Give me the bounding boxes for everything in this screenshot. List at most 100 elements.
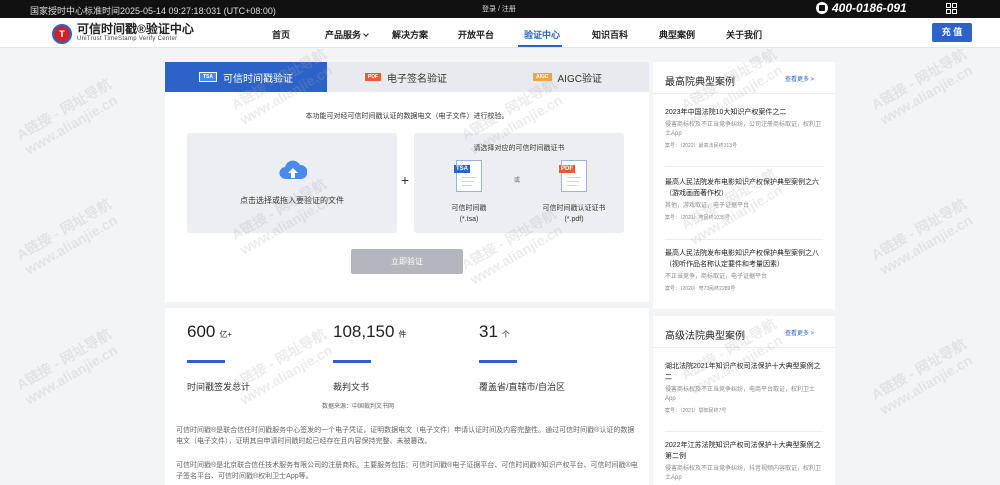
pdf-icon: PDF <box>365 73 381 81</box>
upload-label: 点击选择或拖入要验证的文件 <box>240 196 344 205</box>
active-nav-indicator <box>518 45 562 47</box>
tab-esign-verify[interactable]: PDF 电子签名验证 <box>327 62 487 92</box>
high-court-cases-panel: 高级法院典型案例 查看更多 > 湖北法院2021年知识产权司法保护十大典型案例之… <box>653 316 835 485</box>
main-navigation: T 可信时间戳®验证中心 UniTrust TimeStamp Verify C… <box>0 18 1000 48</box>
watermark: A链接 - 网址导航 www.alianjie.cn <box>13 195 120 278</box>
tsa-certificate-ext: (*.tsa) <box>459 216 479 223</box>
case-item[interactable]: 2023年中国法院10大知识产权案件之二 侵害商标权及不正当竞争纠纷，公司注册商… <box>665 107 825 149</box>
stat-bar <box>333 360 371 363</box>
case-title: 2023年中国法院10大知识产权案件之二 <box>665 109 787 116</box>
tab-timestamp-verify[interactable]: TSA 可信时间戳验证 <box>165 62 327 92</box>
site-logo[interactable]: T 可信时间戳®验证中心 UniTrust TimeStamp Verify C… <box>52 23 194 44</box>
stat-bar <box>187 360 225 363</box>
verify-tabs: TSA 可信时间戳验证 PDF 电子签名验证 AIGC AIGC验证 <box>165 62 649 92</box>
case-number: 案号：（2021）鄂知民终7号 <box>665 408 727 414</box>
view-more-link[interactable]: 查看更多 > <box>785 328 814 337</box>
case-desc: 侵害商标权及不正当竞争纠纷，电商平台取证，权利卫士App <box>665 387 816 402</box>
certificate-select-title: 请选择对应的可信时间戳证书 <box>473 145 565 152</box>
verify-now-button[interactable]: 立即验证 <box>351 249 463 274</box>
login-register-link[interactable]: 登录 / 注册 <box>482 4 516 14</box>
case-item[interactable]: 最高人民法院发布电影知识产权保护典型案例之六（游戏画面著作权） 其他，游戏取证，… <box>665 177 825 221</box>
hotline-number: 400-0186-091 <box>832 1 907 15</box>
case-item[interactable]: 湖北法院2021年知识产权司法保护十大典型案例之二 侵害商标权及不正当竞争纠纷，… <box>665 361 825 414</box>
tsa-icon: TSA <box>199 72 217 82</box>
nav-item-knowledge[interactable]: 知识百科 <box>592 28 628 41</box>
supreme-court-cases-panel: 最高院典型案例 查看更多 > 2023年中国法院10大知识产权案件之二 侵害商标… <box>653 62 835 309</box>
stat-value: 600 <box>187 322 216 341</box>
pdf-certificate-icon[interactable]: PDF <box>559 160 587 192</box>
nav-item-products[interactable]: 产品服务 <box>325 28 369 41</box>
watermark: A链接 - 网址导航 www.alianjie.cn <box>13 325 120 408</box>
case-desc: 侵害商标权及不正当竞争纠纷，公司注册商标取证，权利卫士App <box>665 122 822 137</box>
stat-value: 31 <box>479 322 498 341</box>
phone-icon <box>816 2 828 14</box>
data-source-note: 数据来源：中国裁判文书网 <box>321 404 394 410</box>
chevron-down-icon <box>363 31 369 37</box>
tab-label: 可信时间戳验证 <box>223 73 293 85</box>
case-desc: 其他，游戏取证，电子证据平台 <box>665 203 750 209</box>
stat-unit: 亿+ <box>219 330 233 339</box>
tab-label: AIGC验证 <box>557 73 602 85</box>
stat-label: 覆盖省/直辖市/自治区 <box>479 382 566 392</box>
case-item[interactable]: 最高人民法院发布电影知识产权保护典型案例之八（视听作品名称认定要件和考量因素） … <box>665 248 825 292</box>
stat-label: 裁判文书 <box>333 382 370 392</box>
pdf-certificate-ext: (*.pdf) <box>564 216 584 223</box>
case-number: 案号：（2020）粤73民终2289号 <box>665 286 736 292</box>
stat-label: 时间戳签发总计 <box>187 382 251 392</box>
plus-icon: + <box>400 172 410 188</box>
nav-item-home[interactable]: 首页 <box>272 28 290 41</box>
case-title: 2022年江苏法院知识产权司法保护十大典型案例之第二例 <box>665 442 821 460</box>
logo-name-cn: 可信时间戳®验证中心 <box>77 22 194 36</box>
nav-item-products-label: 产品服务 <box>325 30 362 40</box>
tsa-certificate-icon[interactable]: TSA <box>454 160 482 192</box>
tsa-certificate-label: 可信时间戳 (*.tsa) <box>429 203 509 225</box>
file-upload-dropzone[interactable]: 点击选择或拖入要验证的文件 <box>187 133 397 233</box>
case-title: 最高人民法院发布电影知识产权保护典型案例之八（视听作品名称认定要件和考量因素） <box>665 250 819 268</box>
pdf-certificate-name: 可信时间戳认证证书 <box>542 205 606 212</box>
hotline: 400-0186-091 <box>816 1 907 15</box>
tsa-tag: TSA <box>454 165 470 173</box>
watermark: A链接 - 网址导航 www.alianjie.cn <box>868 45 975 128</box>
stat-judgments: 108,150 件 裁判文书 <box>333 322 407 392</box>
intro-paragraph: 可信时间戳®是联合信任时间戳服务中心签发的一个电子凭证，证明数据电文（电子文件）… <box>176 427 635 445</box>
case-number: 案号：（2021）粤民终1035号 <box>665 215 730 221</box>
top-bar: 国家授时中心标准时间2025-05-14 09:27:18:031 (UTC+0… <box>0 0 1000 18</box>
nav-item-about[interactable]: 关于我们 <box>726 28 762 41</box>
verify-panel: TSA 可信时间戳验证 PDF 电子签名验证 AIGC AIGC验证 本功能可对… <box>165 62 649 302</box>
case-desc: 不正当竞争，商标取证，电子证据平台 <box>665 274 768 280</box>
view-more-link[interactable]: 查看更多 > <box>785 74 814 83</box>
stat-bar <box>479 360 517 363</box>
watermark: A链接 - 网址导航 www.alianjie.cn <box>868 335 975 418</box>
trademark-paragraph: 可信时间戳®是北京联合信任技术服务有限公司的注册商标。主要服务包括：可信时间戳®… <box>176 462 638 480</box>
cloud-upload-icon <box>279 160 307 180</box>
watermark: A链接 - 网址导航 www.alianjie.cn <box>13 75 120 158</box>
stat-unit: 个 <box>501 330 510 339</box>
nav-item-cases[interactable]: 典型案例 <box>659 28 695 41</box>
or-label: 或 <box>514 178 521 184</box>
panel-title: 最高院典型案例 <box>665 77 735 88</box>
statistics-panel: 600 亿+ 时间戳签发总计 108,150 件 裁判文书 31 个 覆盖省/直辖市/… <box>165 308 649 485</box>
pdf-tag: PDF <box>559 165 575 173</box>
aigc-icon: AIGC <box>533 73 552 81</box>
tab-label: 电子签名验证 <box>387 73 447 85</box>
stat-timestamps: 600 亿+ 时间戳签发总计 <box>187 322 250 392</box>
nav-item-verify-center[interactable]: 验证中心 <box>524 28 560 41</box>
standard-time-label: 国家授时中心标准时间2025-05-14 09:27:18:031 (UTC+0… <box>30 6 276 16</box>
tab-aigc-verify[interactable]: AIGC AIGC验证 <box>487 62 649 92</box>
recharge-button[interactable]: 充 值 <box>932 23 972 42</box>
nav-item-open-platform[interactable]: 开放平台 <box>458 28 494 41</box>
watermark: A链接 - 网址导航 www.alianjie.cn <box>868 195 975 278</box>
case-item[interactable]: 2022年江苏法院知识产权司法保护十大典型案例之第二例 侵害商标权及不正当竞争纠… <box>665 440 825 483</box>
stat-provinces: 31 个 覆盖省/直辖市/自治区 <box>479 322 565 392</box>
case-desc: 侵害商标权及不正当竞争纠纷，抖音视频内容取证，权利卫士App <box>665 466 822 481</box>
stat-value: 108,150 <box>333 322 395 341</box>
stat-unit: 件 <box>398 330 407 339</box>
case-title: 湖北法院2021年知识产权司法保护十大典型案例之二 <box>665 363 821 381</box>
tsa-certificate-name: 可信时间戳 <box>451 205 487 212</box>
case-title: 最高人民法院发布电影知识产权保护典型案例之六（游戏画面著作权） <box>665 179 819 197</box>
nav-item-solutions[interactable]: 解决方案 <box>392 28 428 41</box>
qr-code-icon[interactable] <box>946 3 957 14</box>
panel-title: 高级法院典型案例 <box>665 331 745 342</box>
logo-name-en: UniTrust TimeStamp Verify Center <box>77 36 178 42</box>
certificate-select-box[interactable]: 请选择对应的可信时间戳证书 TSA 或 PDF 可信时间戳 (*.tsa) 可信… <box>414 133 624 233</box>
